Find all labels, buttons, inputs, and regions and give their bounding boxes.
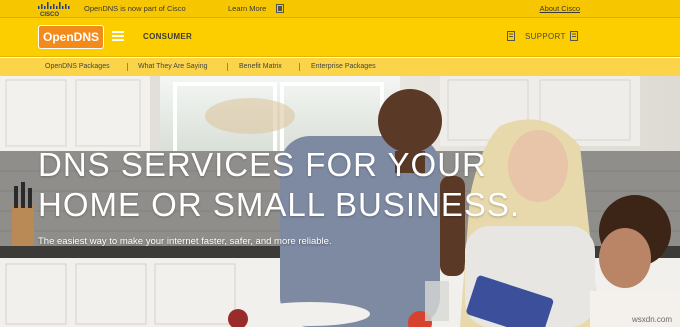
hero-title-line2: HOME OR SMALL BUSINESS.: [38, 186, 521, 223]
svg-text:CISCO: CISCO: [40, 12, 59, 17]
external-link-icon[interactable]: [276, 4, 284, 13]
subnav-divider: [227, 63, 228, 71]
hero-title-line1: DNS SERVICES FOR YOUR: [38, 146, 487, 183]
opendns-logo[interactable]: OpenDNS: [38, 25, 104, 49]
subnav-divider: [299, 63, 300, 71]
subnav-divider: [127, 63, 128, 71]
document-icon[interactable]: [507, 31, 515, 41]
subnav-opendns-packages[interactable]: OpenDNS Packages: [45, 63, 110, 71]
cisco-announcement: OpenDNS is now part of Cisco: [84, 4, 186, 13]
watermark: wsxdn.com: [631, 315, 672, 324]
about-cisco-link[interactable]: About Cisco: [540, 4, 580, 13]
nav-consumer[interactable]: CONSUMER: [143, 32, 192, 41]
hamburger-icon[interactable]: [112, 31, 124, 41]
hero-banner: DNS SERVICES FOR YOUR HOME OR SMALL BUSI…: [0, 76, 680, 327]
subnav-what-they-are-saying[interactable]: What They Are Saying: [138, 63, 208, 71]
nav-support[interactable]: SUPPORT: [525, 32, 566, 41]
hero-subtitle: The easiest way to make your internet fa…: [38, 236, 332, 247]
subnav-enterprise-packages[interactable]: Enterprise Packages: [311, 63, 376, 71]
cisco-topbar: CISCO OpenDNS is now part of Cisco Learn…: [0, 0, 680, 18]
cisco-logo[interactable]: CISCO: [36, 2, 72, 17]
sub-navigation: OpenDNS Packages What They Are Saying Be…: [0, 58, 680, 76]
learn-more-link[interactable]: Learn More: [228, 4, 266, 13]
main-navbar: OpenDNS CONSUMER SUPPORT: [0, 18, 680, 57]
support-icon[interactable]: [570, 31, 578, 41]
subnav-benefit-matrix[interactable]: Benefit Matrix: [239, 63, 282, 71]
